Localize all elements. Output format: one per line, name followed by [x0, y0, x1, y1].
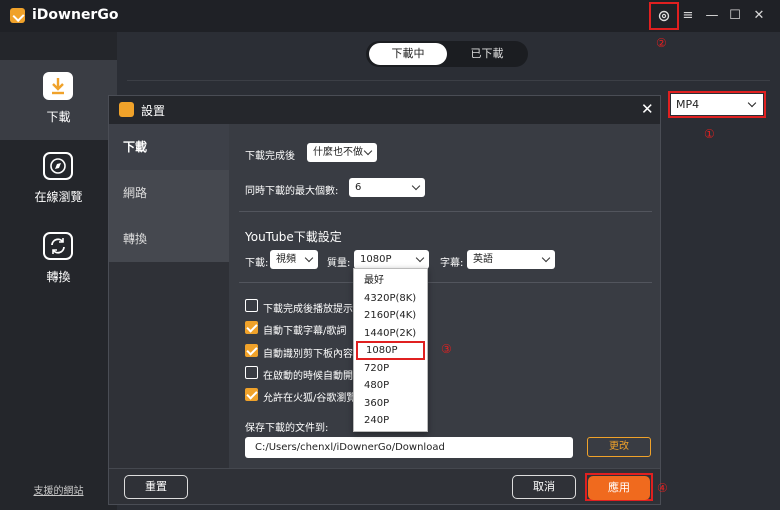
sidebar-item-label: 轉換 [46, 270, 71, 284]
cancel-button[interactable]: 取消 [512, 475, 576, 499]
tab-download[interactable]: 下載 [109, 124, 229, 170]
divider [127, 80, 770, 81]
checkbox-clipboard[interactable] [245, 344, 258, 357]
chevron-down-icon [363, 146, 373, 156]
save-path-label: 保存下載的文件到: [245, 423, 329, 434]
checkbox-label: 允許在火狐/谷歌瀏覽器 [263, 393, 367, 404]
annotation-1: ① [704, 127, 715, 141]
quality-option[interactable]: 480P [354, 377, 427, 394]
dialog-header: 設置 ✕ [109, 96, 660, 124]
quality-option[interactable]: 720P [354, 360, 427, 377]
quality-option[interactable]: 最好 [354, 272, 427, 289]
max-downloads-select[interactable]: 6 [349, 178, 425, 197]
divider [239, 282, 652, 283]
dialog-body: 下載完成後 什麼也不做 同時下載的最大個數: 6 YouTube下載設定 下載:… [229, 124, 660, 468]
download-type-value: 視頻 [276, 254, 296, 265]
tab-network[interactable]: 網路 [109, 170, 229, 216]
supported-sites-link[interactable]: 支援的網站 [0, 482, 117, 497]
reset-button[interactable]: 重置 [124, 475, 188, 499]
chevron-down-icon [541, 253, 551, 263]
checkbox-label: 在啟動的時候自動開始 [263, 371, 363, 382]
sidebar-item-label: 下載 [46, 110, 71, 124]
after-download-value: 什麼也不做 [313, 147, 363, 158]
subtitle-value: 英語 [473, 254, 493, 265]
annotation-2: ② [656, 36, 667, 50]
quality-option[interactable]: 2160P(4K) [354, 307, 427, 324]
apply-button[interactable]: 應用 [588, 476, 650, 500]
dialog-footer: 重置 取消 應用 [109, 468, 660, 504]
checkbox-label: 自動識別剪下板內容 [263, 349, 353, 360]
app-logo [10, 8, 25, 23]
sidebar-item-convert[interactable]: 轉換 [0, 220, 117, 300]
quality-option[interactable]: 240P [354, 412, 427, 429]
quality-select[interactable]: 1080P [354, 250, 429, 269]
chevron-down-icon [304, 253, 314, 263]
save-path-input[interactable]: C:/Users/chenxl/iDownerGo/Download [245, 437, 573, 458]
max-downloads-label: 同時下載的最大個數: [245, 186, 339, 197]
settings-highlight-box [649, 2, 679, 30]
quality-option[interactable]: 4320P(8K) [354, 290, 427, 307]
close-icon[interactable]: ✕ [641, 100, 654, 118]
chevron-down-icon [747, 98, 757, 108]
subtitle-label: 字幕: [440, 258, 464, 269]
format-select[interactable]: MP4 [671, 94, 763, 115]
sidebar-item-label: 在線瀏覽 [34, 190, 83, 204]
checkbox-browser-extension[interactable] [245, 388, 258, 401]
download-type-select[interactable]: 視頻 [270, 250, 318, 269]
chevron-down-icon [415, 253, 425, 263]
app-title: iDownerGo [32, 7, 119, 23]
quality-option-selected[interactable]: 1080P [356, 341, 425, 360]
checkbox-auto-subtitles[interactable] [245, 321, 258, 334]
convert-icon [43, 232, 73, 260]
annotation-3: ③ [441, 342, 452, 356]
minimize-icon[interactable]: — [700, 4, 724, 28]
change-path-button[interactable]: 更改 [587, 437, 651, 457]
dialog-title: 設置 [141, 104, 166, 118]
quality-option[interactable]: 360P [354, 395, 427, 412]
chevron-down-icon [411, 181, 421, 191]
quality-label: 質量: [327, 258, 351, 269]
subtitle-select[interactable]: 英語 [467, 250, 555, 269]
after-download-select[interactable]: 什麼也不做 [307, 143, 377, 162]
download-icon [43, 72, 73, 100]
sidebar-item-online-browse[interactable]: 在線瀏覽 [0, 140, 117, 220]
after-download-label: 下載完成後 [245, 151, 295, 162]
youtube-settings-heading: YouTube下載設定 [245, 230, 342, 244]
annotation-4: ④ [657, 481, 668, 495]
compass-icon [43, 152, 73, 180]
close-icon[interactable]: ✕ [747, 4, 771, 28]
sidebar: 下載 在線瀏覽 轉換 支援的網站 [0, 32, 117, 510]
download-tabs: 下載中 已下載 [366, 41, 528, 67]
sidebar-item-download[interactable]: 下載 [0, 60, 117, 140]
tab-downloaded[interactable]: 已下載 [448, 43, 526, 65]
quality-value: 1080P [360, 254, 392, 265]
app-logo [119, 102, 134, 117]
checkbox-play-sound[interactable] [245, 299, 258, 312]
dialog-sidebar: 下載 網路 轉換 [109, 124, 229, 468]
tab-convert[interactable]: 轉換 [109, 216, 229, 262]
checkbox-label: 自動下載字幕/歌詞 [263, 326, 347, 337]
checkbox-auto-start[interactable] [245, 366, 258, 379]
menu-icon[interactable]: ≡ [676, 4, 700, 28]
divider [239, 211, 652, 212]
quality-option[interactable]: 1440P(2K) [354, 325, 427, 342]
maximize-icon[interactable]: ☐ [723, 4, 747, 28]
download-type-label: 下載: [245, 258, 269, 269]
format-select-value: MP4 [676, 98, 700, 111]
max-downloads-value: 6 [355, 182, 362, 193]
tab-downloading[interactable]: 下載中 [369, 43, 447, 65]
quality-dropdown: 最好 4320P(8K) 2160P(4K) 1440P(2K) 1080P 7… [353, 268, 428, 432]
title-bar: iDownerGo ≡ — ☐ ✕ [0, 0, 780, 32]
checkbox-label: 下載完成後播放提示音 [263, 304, 363, 315]
